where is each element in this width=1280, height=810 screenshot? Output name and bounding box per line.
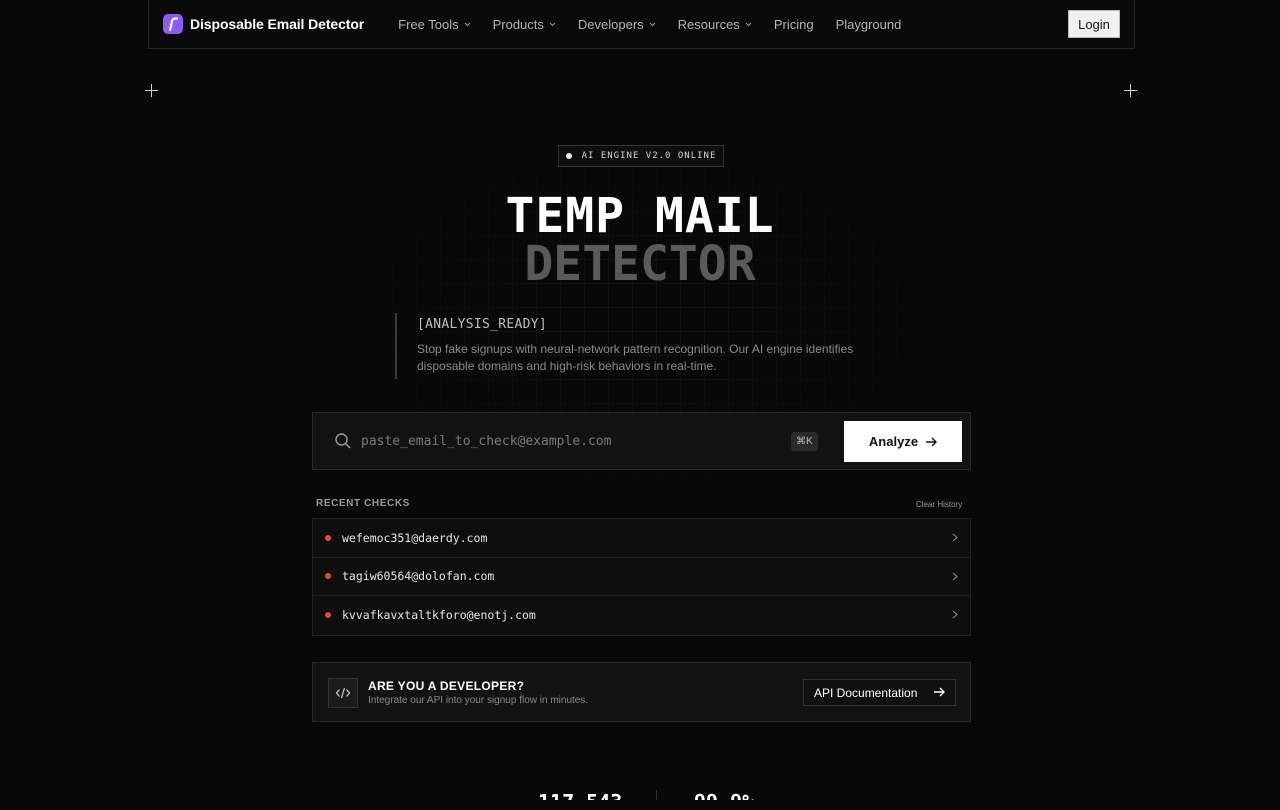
chevron-right-icon <box>952 533 958 542</box>
risk-dot-icon <box>325 534 331 541</box>
status-dot-icon <box>565 153 572 159</box>
analyze-button[interactable]: Analyze <box>844 421 962 462</box>
stats-row: 117,543 99.9% <box>0 790 1280 800</box>
corner-plus-icon <box>1124 84 1137 97</box>
chevron-down-icon <box>464 22 470 26</box>
nav-item-pricing[interactable]: Pricing <box>774 17 814 32</box>
recent-email: kvvafkavxtaltkforo@enotj.com <box>342 608 536 623</box>
developer-card-subtitle: Integrate our API into your signup flow … <box>368 695 589 706</box>
chevron-right-icon <box>952 572 958 580</box>
recent-check-item[interactable]: wefemoc351@daerdy.com <box>313 519 970 558</box>
arrow-right-icon <box>934 687 945 697</box>
analysis-status-tag: [ANALYSIS_READY] <box>417 317 548 332</box>
risk-dot-icon <box>325 612 331 619</box>
arrow-right-icon <box>926 437 938 446</box>
brand-logo[interactable]: Disposable Email Detector <box>163 14 364 34</box>
nav-item-label: Resources <box>677 16 740 32</box>
api-documentation-label: API Documentation <box>814 685 918 700</box>
nav-item-label: Pricing <box>773 16 814 32</box>
chevron-down-icon <box>649 22 656 26</box>
stat-value: 99.9% <box>694 790 754 800</box>
recent-check-item[interactable]: tagiw60564@dolofan.com <box>313 558 970 596</box>
chevron-down-icon <box>549 22 556 26</box>
nav-item-label: Developers <box>577 16 644 32</box>
page-title-line-2: DETECTOR <box>524 236 756 292</box>
developer-card-title: ARE YOU A DEVELOPER? <box>368 679 525 693</box>
code-icon <box>328 678 358 708</box>
developer-card: ARE YOU A DEVELOPER? Integrate our API i… <box>312 662 971 722</box>
nav-item-resources[interactable]: Resources <box>678 17 752 32</box>
page-title-line-1: TEMP MAIL <box>505 188 775 244</box>
stat-value: 117,543 <box>538 790 622 800</box>
nav-item-label: Playground <box>835 16 902 32</box>
nav-item-label: Free Tools <box>398 16 459 32</box>
badge-label: AI ENGINE V2.0 ONLINE <box>581 151 717 161</box>
chevron-right-icon <box>952 610 958 619</box>
nav-item-products[interactable]: Products <box>493 17 556 32</box>
top-navigation: Disposable Email Detector Free Tools Pro… <box>148 0 1135 49</box>
recent-email: tagiw60564@dolofan.com <box>342 569 495 584</box>
recent-checks-label: RECENT CHECKS <box>316 498 410 509</box>
nav-item-free-tools[interactable]: Free Tools <box>398 17 470 32</box>
analysis-status-block: [ANALYSIS_READY] Stop fake signups with … <box>395 313 895 379</box>
keyboard-shortcut-badge: ⌘K <box>791 432 818 451</box>
nav-item-developers[interactable]: Developers <box>578 17 656 32</box>
login-button[interactable]: Login <box>1068 10 1120 38</box>
risk-dot-icon <box>325 573 331 580</box>
recent-check-item[interactable]: kvvafkavxtaltkforo@enotj.com <box>313 596 970 635</box>
nav-links: Free Tools Products Developers Resources… <box>398 17 923 32</box>
analyze-button-label: Analyze <box>868 434 919 449</box>
clear-history-link[interactable]: Clear History <box>916 500 962 509</box>
hero-description: Stop fake signups with neural-network pa… <box>417 342 854 373</box>
logo-icon <box>163 14 183 34</box>
api-documentation-button[interactable]: API Documentation <box>803 679 956 706</box>
engine-status-badge: AI ENGINE V2.0 ONLINE <box>558 145 724 167</box>
email-input[interactable] <box>361 433 761 449</box>
recent-email: wefemoc351@daerdy.com <box>342 530 488 545</box>
search-icon <box>335 433 351 449</box>
email-search-bar: ⌘K Analyze <box>312 412 971 470</box>
recent-checks-list: wefemoc351@daerdy.com tagiw60564@dolofan… <box>312 518 971 636</box>
chevron-down-icon <box>745 22 752 26</box>
brand-name: Disposable Email Detector <box>190 16 365 32</box>
stats-divider <box>656 790 657 800</box>
corner-plus-icon <box>145 84 158 97</box>
nav-item-playground[interactable]: Playground <box>836 17 902 32</box>
nav-item-label: Products <box>492 16 544 32</box>
